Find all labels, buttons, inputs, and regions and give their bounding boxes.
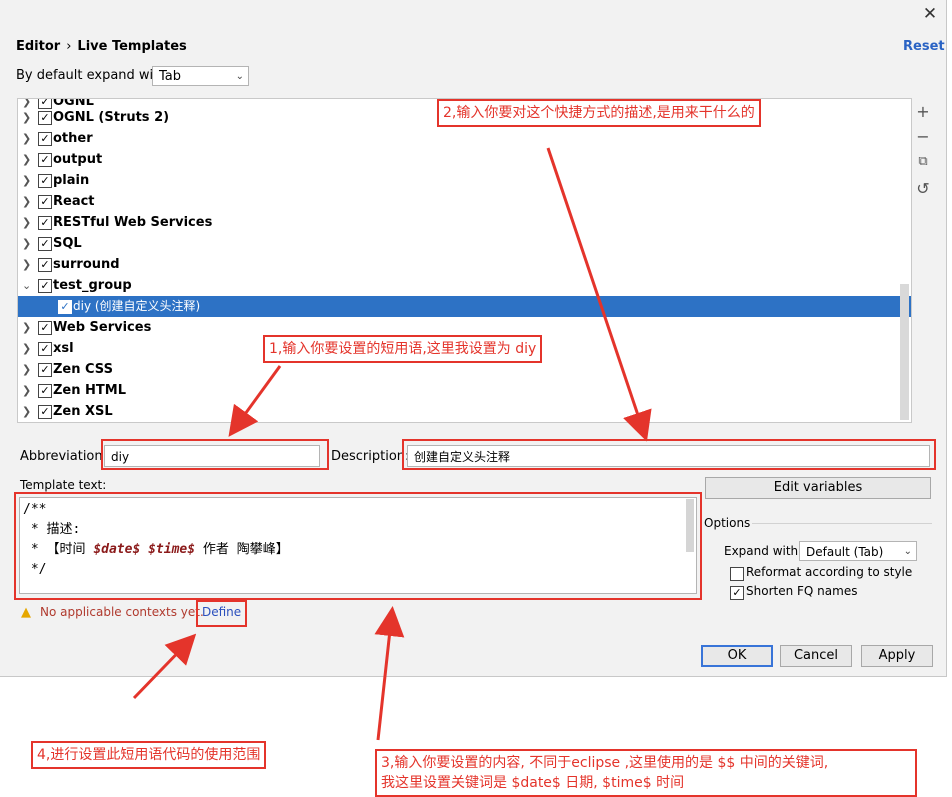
arrow-to-abbreviation <box>228 365 282 437</box>
arrow-to-define <box>132 633 197 700</box>
arrow-to-description <box>546 147 652 442</box>
annotation-arrows <box>132 147 652 741</box>
arrow-to-template-text <box>374 606 405 741</box>
